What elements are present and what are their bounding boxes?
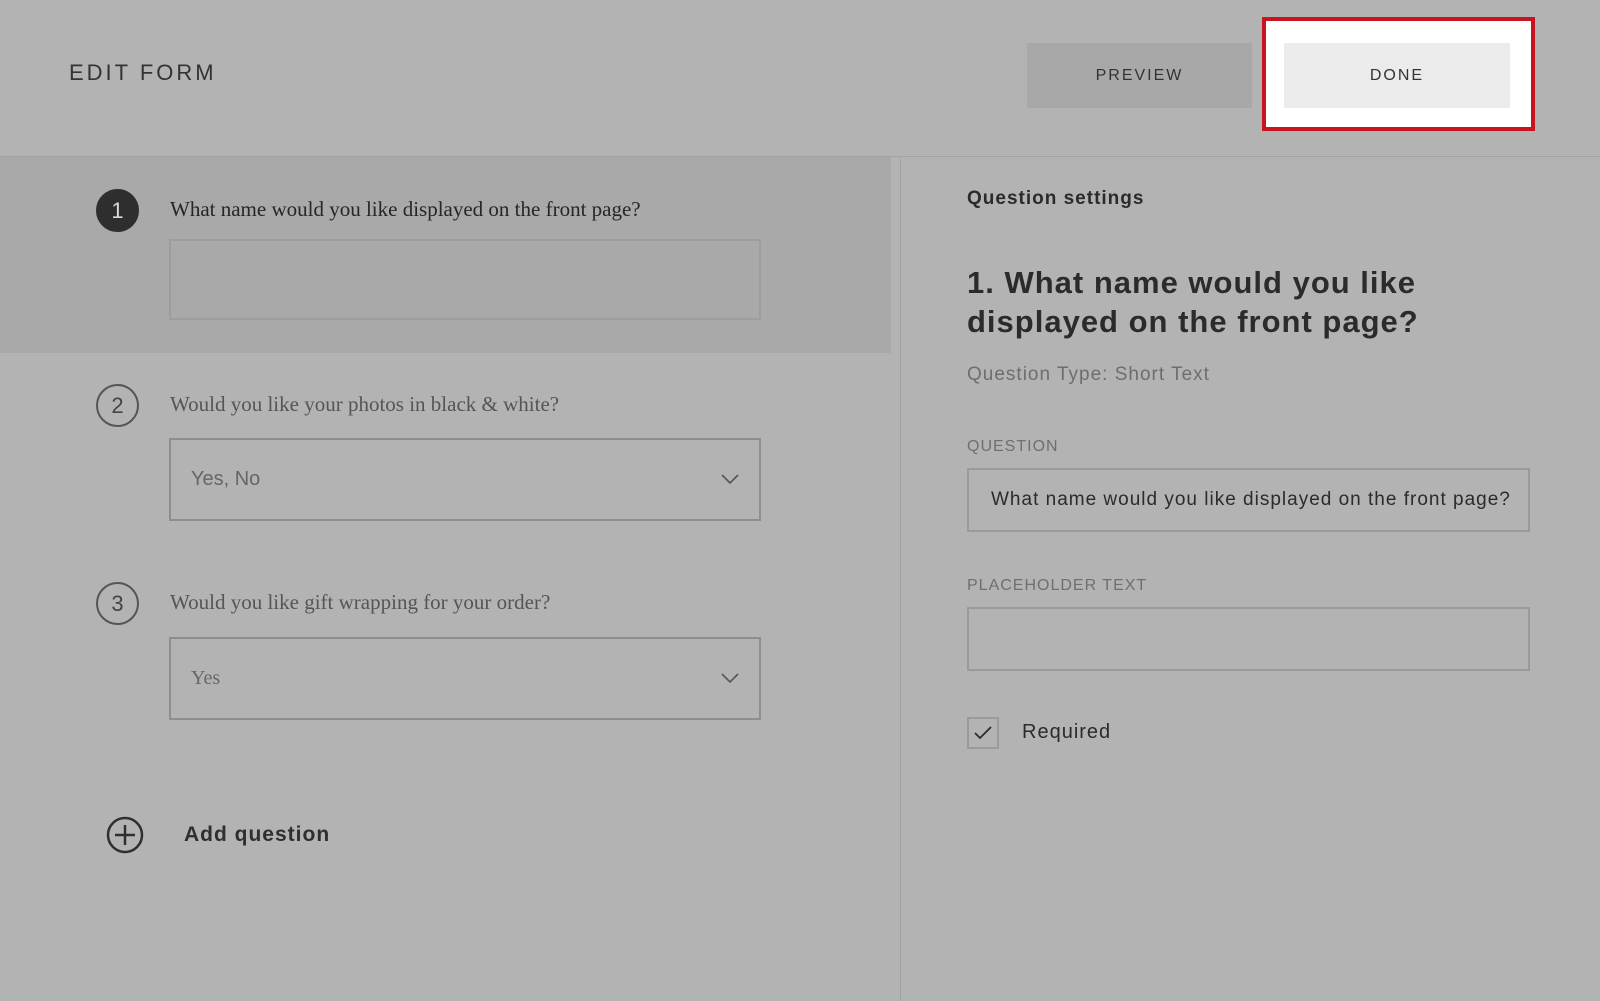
chevron-down-icon — [721, 473, 739, 484]
question-field-input[interactable]: What name would you like displayed on th… — [967, 468, 1530, 532]
question-3-select-value: Yes — [191, 667, 221, 689]
done-button[interactable]: DONE — [1284, 43, 1510, 108]
chevron-down-icon — [721, 672, 739, 683]
plus-circle-icon — [106, 816, 144, 854]
question-number-1: 1 — [96, 189, 139, 232]
settings-title: Question settings — [967, 188, 1145, 209]
placeholder-field-input[interactable] — [967, 607, 1530, 671]
question-type-label: Question Type: Short Text — [967, 364, 1210, 385]
question-number-2: 2 — [96, 384, 139, 427]
question-3-text: Would you like gift wrapping for your or… — [170, 590, 551, 614]
question-2-select[interactable]: Yes, No — [169, 438, 761, 521]
question-number-3: 3 — [96, 582, 139, 625]
placeholder-field-label: PLACEHOLDER TEXT — [967, 577, 1148, 594]
question-2-text: Would you like your photos in black & wh… — [170, 392, 560, 416]
checkmark-icon — [974, 726, 992, 740]
question-2-select-value: Yes, No — [191, 468, 261, 490]
header: EDIT FORM PREVIEW DONE — [0, 0, 1600, 157]
required-checkbox[interactable] — [967, 717, 999, 749]
preview-button[interactable]: PREVIEW — [1027, 43, 1252, 108]
question-3-select[interactable]: Yes — [169, 637, 761, 720]
question-1-text: What name would you like displayed on th… — [170, 197, 641, 221]
form-questions-pane: 1 What name would you like displayed on … — [0, 157, 900, 1001]
page-title: EDIT FORM — [69, 60, 217, 85]
question-1-input[interactable] — [169, 239, 761, 320]
add-question-label: Add question — [184, 823, 331, 846]
required-label: Required — [1022, 721, 1112, 743]
question-settings-pane: Question settings 1. What name would you… — [901, 157, 1600, 1001]
add-question-button[interactable]: Add question — [106, 815, 330, 855]
question-field-label: QUESTION — [967, 438, 1059, 455]
settings-question-heading: 1. What name would you like displayed on… — [967, 265, 1419, 339]
